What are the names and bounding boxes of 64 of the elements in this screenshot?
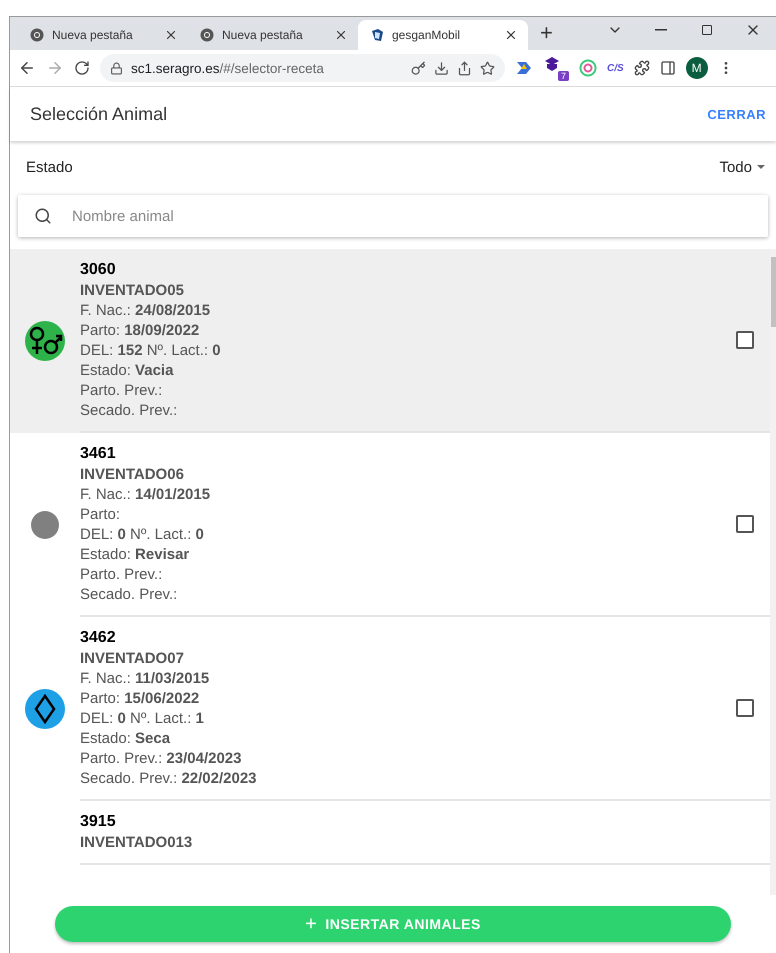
animal-detail: Secado. Prev.: [80, 402, 178, 419]
animal-detail: F. Nac.: 11/03/2015 [80, 670, 210, 687]
extension-icon[interactable] [515, 59, 533, 77]
graduation-cap-icon[interactable] [543, 55, 561, 73]
close-icon[interactable] [164, 28, 178, 42]
extensions-icon[interactable] [634, 60, 650, 76]
browser-logo-icon [30, 28, 44, 42]
animal-detail: F. Nac.: 24/08/2015 [80, 302, 212, 319]
address-bar[interactable]: sc1.seragro.es/#/selector-receta [100, 54, 505, 82]
key-icon[interactable] [411, 60, 426, 76]
status-select[interactable]: Todo [719, 158, 768, 176]
animal-detail: DEL: 152 Nº. Lact.: 0 [80, 342, 222, 359]
animal-name: INVENTADO013 [80, 834, 194, 851]
target-icon[interactable] [579, 59, 597, 77]
animal-row[interactable]: 3060 INVENTADO05 F. Nac.: 24/08/2015 Parto: 18/09/2022 DEL: 152 Nº. Lact.: 0 Estado: Vacia Parto. Prev.: Secado. Prev.: [10, 249, 770, 433]
scrollbar[interactable] [770, 249, 776, 895]
extension-badge: 7 [558, 71, 569, 81]
animal-detail: Estado: Revisar [80, 546, 190, 563]
animal-detail: Parto: [80, 506, 122, 523]
animal-detail: Parto. Prev.: [80, 566, 164, 583]
side-panel-icon[interactable] [660, 60, 676, 76]
bookmark-star-icon[interactable] [480, 60, 495, 76]
browser-tab[interactable]: Nueva pestaña [188, 20, 358, 50]
animal-detail: Secado. Prev.: [80, 586, 178, 603]
animal-detail: Parto. Prev.: 23/04/2023 [80, 750, 242, 767]
animal-detail: Estado: Seca [80, 730, 172, 747]
animal-name: INVENTADO06 [80, 466, 185, 483]
animal-name: INVENTADO05 [80, 282, 185, 299]
close-icon[interactable] [504, 28, 518, 42]
animal-number: 3915 [80, 813, 117, 831]
animal-detail: DEL: 0 Nº. Lact.: 1 [80, 710, 205, 727]
animal-detail: Parto: 15/06/2022 [80, 690, 200, 707]
animal-detail: Parto. Prev.: [80, 382, 164, 399]
checkbox[interactable] [736, 331, 754, 349]
profile-avatar[interactable]: M [686, 57, 708, 79]
checkbox[interactable] [736, 515, 754, 533]
animal-detail: Estado: Vacia [80, 362, 174, 379]
search-icon [34, 207, 52, 225]
animal-detail: F. Nac.: 14/01/2015 [80, 486, 212, 503]
animal-number: 3462 [80, 629, 117, 647]
close-button[interactable]: CERRAR [701, 106, 772, 122]
close-icon[interactable] [334, 28, 348, 42]
animal-detail: Secado. Prev.: 22/02/2023 [80, 770, 258, 787]
maximize-icon [701, 24, 713, 36]
back-icon[interactable] [18, 59, 36, 77]
animal-name: INVENTADO07 [80, 650, 185, 667]
page-title: Selección Animal [30, 104, 168, 124]
browser-tab[interactable]: gesganMobil [358, 20, 528, 50]
filter-label: Estado [26, 158, 73, 176]
browser-tab[interactable]: Nueva pestaña [18, 20, 188, 50]
browser-logo-icon [200, 28, 214, 42]
lock-icon [110, 62, 123, 74]
animal-number: 3060 [80, 261, 117, 279]
new-tab-button[interactable]: + [540, 20, 553, 46]
extension-button[interactable]: C/S [607, 62, 624, 74]
animal-detail: Parto: 18/09/2022 [80, 322, 200, 339]
animal-detail: DEL: 0 Nº. Lact.: 0 [80, 526, 205, 543]
reload-icon[interactable] [74, 60, 90, 76]
install-icon[interactable] [434, 60, 449, 76]
checkbox[interactable] [736, 699, 754, 717]
share-icon[interactable] [457, 60, 472, 76]
app-logo-icon [370, 28, 384, 42]
minimize-icon [655, 29, 667, 31]
animal-number: 3461 [80, 445, 117, 463]
